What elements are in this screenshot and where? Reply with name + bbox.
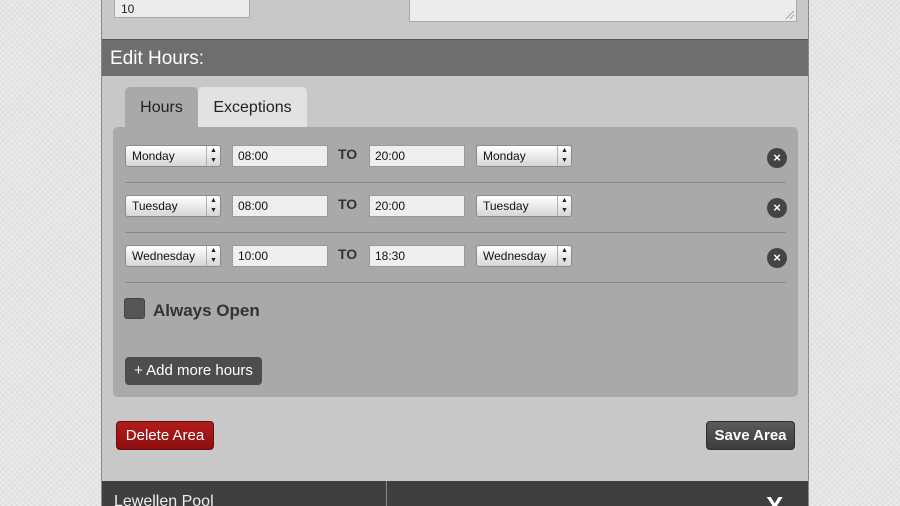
hour-row: Tuesday ▲ ▼ 08:00 TO 20:00 Tuesday ▲ ▼ × (113, 177, 798, 233)
save-area-button[interactable]: Save Area (706, 421, 795, 450)
edit-area-panel: 10 Edit Hours: Hours Exceptions Monday ▲ ▼… (101, 0, 809, 506)
to-label: TO (338, 196, 358, 212)
section-header: Edit Hours: (102, 39, 808, 76)
to-time-input[interactable]: 18:30 (369, 245, 465, 267)
remove-row-button[interactable]: × (767, 148, 787, 168)
row-divider (125, 282, 786, 283)
hour-row: Monday ▲ ▼ 08:00 TO 20:00 Monday ▲ ▼ × (113, 127, 798, 183)
select-arrows-icon: ▲ ▼ (206, 146, 220, 166)
from-day-value: Monday (132, 149, 175, 163)
resize-grip-icon[interactable] (786, 11, 794, 19)
select-arrows-icon: ▲ ▼ (206, 246, 220, 266)
to-day-value: Tuesday (483, 199, 529, 213)
tab-exceptions[interactable]: Exceptions (198, 87, 307, 128)
tab-hours[interactable]: Hours (125, 87, 198, 128)
to-label: TO (338, 246, 358, 262)
to-day-select[interactable]: Tuesday ▲ ▼ (476, 195, 572, 217)
to-day-select[interactable]: Monday ▲ ▼ (476, 145, 572, 167)
from-time-input[interactable]: 08:00 (232, 145, 328, 167)
footer-divider (386, 481, 387, 506)
to-day-value: Wednesday (483, 249, 547, 263)
always-open-label[interactable]: Always Open (153, 301, 260, 321)
from-day-value: Tuesday (132, 199, 178, 213)
from-day-value: Wednesday (132, 249, 196, 263)
to-time-input[interactable]: 20:00 (369, 145, 465, 167)
always-open-checkbox[interactable] (124, 298, 145, 319)
to-day-select[interactable]: Wednesday ▲ ▼ (476, 245, 572, 267)
select-arrows-icon: ▲ ▼ (557, 246, 571, 266)
from-day-select[interactable]: Monday ▲ ▼ (125, 145, 221, 167)
to-label: TO (338, 146, 358, 162)
add-more-hours-button[interactable]: + Add more hours (125, 357, 262, 385)
footer-bar: Lewellen Pool X (102, 481, 808, 506)
from-day-select[interactable]: Wednesday ▲ ▼ (125, 245, 221, 267)
select-arrows-icon: ▲ ▼ (206, 196, 220, 216)
from-time-input[interactable]: 08:00 (232, 195, 328, 217)
select-arrows-icon: ▲ ▼ (557, 196, 571, 216)
top-number-input[interactable]: 10 (114, 0, 250, 18)
footer-area-title[interactable]: Lewellen Pool (114, 493, 214, 506)
from-time-input[interactable]: 10:00 (232, 245, 328, 267)
to-time-input[interactable]: 20:00 (369, 195, 465, 217)
remove-row-button[interactable]: × (767, 248, 787, 268)
top-textarea[interactable] (409, 0, 797, 22)
delete-area-button[interactable]: Delete Area (116, 421, 214, 450)
select-arrows-icon: ▲ ▼ (557, 146, 571, 166)
from-day-select[interactable]: Tuesday ▲ ▼ (125, 195, 221, 217)
to-day-value: Monday (483, 149, 526, 163)
close-icon[interactable]: X (766, 491, 783, 506)
remove-row-button[interactable]: × (767, 198, 787, 218)
hours-panel: Monday ▲ ▼ 08:00 TO 20:00 Monday ▲ ▼ × Tuesd… (113, 127, 798, 397)
hour-row: Wednesday ▲ ▼ 10:00 TO 18:30 Wednesday ▲ ▼ × (113, 227, 798, 283)
